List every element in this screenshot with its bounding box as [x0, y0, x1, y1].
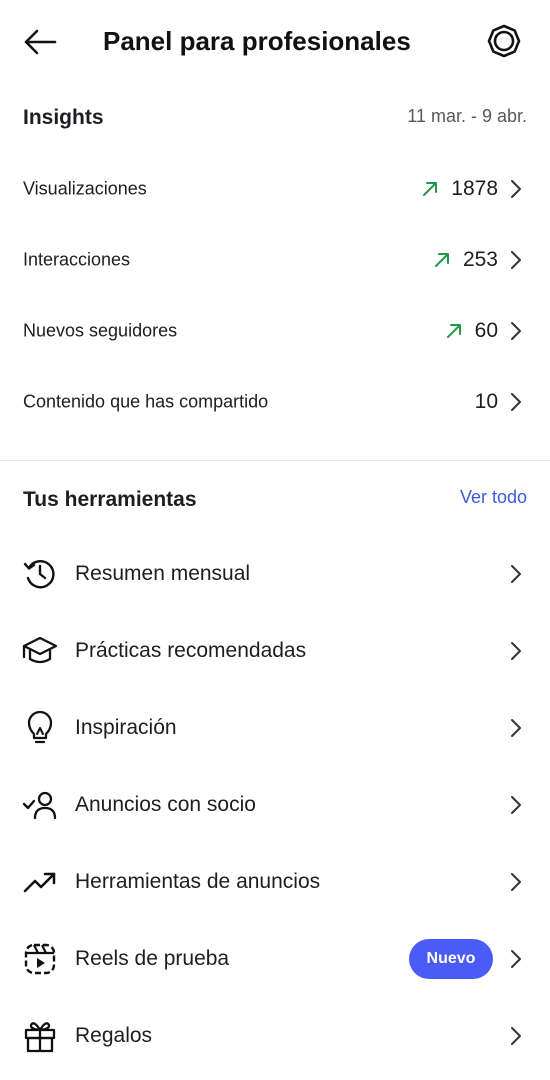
settings-button[interactable] — [485, 22, 523, 60]
insight-value: 1878 — [451, 177, 498, 200]
tool-row-herramientas-de-anuncios[interactable]: Herramientas de anuncios — [0, 850, 550, 914]
chevron-right-icon — [511, 1027, 521, 1045]
tool-label: Anuncios con socio — [75, 793, 256, 816]
page-title: Panel para profesionales — [103, 26, 411, 56]
graduation-cap-icon — [20, 631, 60, 671]
chevron-right-icon — [511, 796, 521, 814]
arrow-left-icon — [24, 29, 57, 55]
back-button[interactable] — [22, 27, 58, 57]
tool-label: Herramientas de anuncios — [75, 870, 321, 893]
insight-value: 253 — [462, 248, 498, 271]
new-badge: Nuevo — [409, 939, 493, 979]
tool-label: Reels de prueba — [75, 947, 230, 970]
gift-icon — [20, 1016, 60, 1056]
trend-up-icon — [446, 324, 461, 338]
chevron-right-icon — [511, 950, 521, 968]
trending-up-icon — [20, 862, 60, 902]
trend-up-icon — [423, 182, 438, 196]
insight-label: Visualizaciones — [23, 178, 147, 199]
chevron-right-icon — [511, 719, 521, 737]
tool-label: Inspiración — [75, 716, 177, 739]
history-icon — [20, 554, 60, 594]
tool-row-regalos[interactable]: Regalos — [0, 1004, 550, 1068]
trend-up-icon — [434, 253, 449, 267]
insight-label: Nuevos seguidores — [23, 320, 178, 341]
insight-row-interacciones[interactable]: Interacciones 253 — [0, 232, 550, 288]
insight-value: 60 — [474, 319, 498, 342]
insight-label: Interacciones — [23, 249, 131, 270]
tool-row-practicas-recomendadas[interactable]: Prácticas recomendadas — [0, 619, 550, 683]
insights-title: Insights — [23, 106, 104, 129]
section-divider — [0, 460, 550, 461]
chevron-right-icon — [511, 251, 521, 269]
insight-row-contenido-compartido[interactable]: Contenido que has compartido 10 — [0, 374, 550, 430]
tool-label: Resumen mensual — [75, 562, 251, 585]
tool-row-anuncios-con-socio[interactable]: Anuncios con socio — [0, 773, 550, 837]
chevron-right-icon — [511, 393, 521, 411]
top-app-bar: Panel para profesionales — [0, 0, 550, 82]
see-all-link[interactable]: Ver todo — [460, 487, 527, 508]
gear-icon — [487, 24, 521, 58]
date-range[interactable]: 11 mar. - 9 abr. — [407, 106, 527, 127]
insight-value: 10 — [474, 390, 498, 413]
tools-title: Tus herramientas — [23, 488, 197, 511]
tool-row-reels-de-prueba[interactable]: Reels de prueba Nuevo — [0, 927, 550, 991]
chevron-right-icon — [511, 322, 521, 340]
chevron-right-icon — [511, 873, 521, 891]
chevron-right-icon — [511, 642, 521, 660]
chevron-right-icon — [511, 180, 521, 198]
tool-label: Prácticas recomendadas — [75, 639, 307, 662]
insight-row-visualizaciones[interactable]: Visualizaciones 1878 — [0, 161, 550, 217]
lightbulb-icon — [20, 708, 60, 748]
tool-row-resumen-mensual[interactable]: Resumen mensual — [0, 542, 550, 606]
chevron-right-icon — [511, 565, 521, 583]
tool-label: Regalos — [75, 1024, 153, 1047]
reels-test-icon — [20, 939, 60, 979]
insight-row-nuevos-seguidores[interactable]: Nuevos seguidores 60 — [0, 303, 550, 359]
tool-row-inspiracion[interactable]: Inspiración — [0, 696, 550, 760]
insight-label: Contenido que has compartido — [23, 391, 269, 412]
partner-check-icon — [20, 785, 60, 825]
